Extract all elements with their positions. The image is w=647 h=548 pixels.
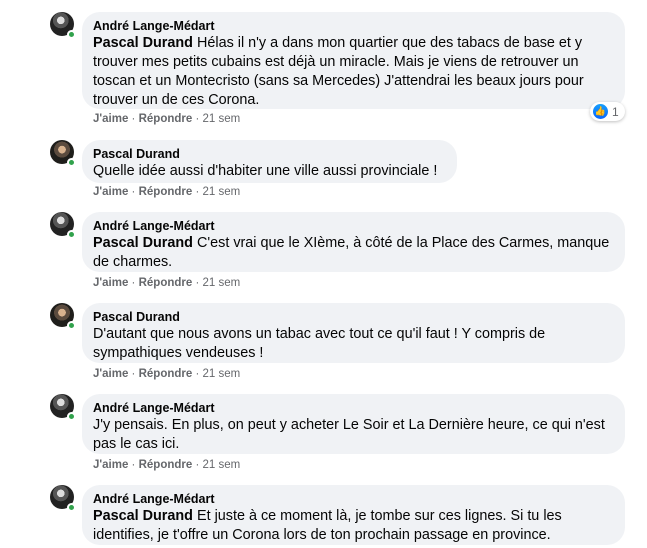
- comment-time[interactable]: 21 sem: [203, 368, 241, 380]
- comment-actions: J'aime · Répondre · 21 sem: [93, 277, 240, 289]
- comment-author[interactable]: André Lange-Médart: [93, 492, 614, 507]
- reply-button[interactable]: Répondre: [139, 186, 193, 198]
- comment-bubble: André Lange-Médart J'y pensais. En plus,…: [82, 394, 625, 454]
- mention-link[interactable]: Pascal Durand: [93, 235, 193, 251]
- online-status-icon: [67, 412, 76, 421]
- separator: ·: [131, 277, 136, 289]
- separator: ·: [195, 459, 200, 471]
- separator: ·: [195, 368, 200, 380]
- comment-author[interactable]: André Lange-Médart: [93, 401, 614, 416]
- thumbs-up-icon: 👍: [593, 104, 608, 119]
- online-status-icon: [67, 321, 76, 330]
- reply-button[interactable]: Répondre: [139, 277, 193, 289]
- comment-author[interactable]: André Lange-Médart: [93, 19, 614, 34]
- comment-time[interactable]: 21 sem: [203, 459, 241, 471]
- comment-text: Pascal Durand C'est vrai que le XIème, à…: [93, 234, 614, 272]
- comment-time[interactable]: 21 sem: [203, 186, 241, 198]
- comment-actions: J'aime · Répondre · 21 sem: [93, 368, 240, 380]
- comment-author[interactable]: André Lange-Médart: [93, 219, 614, 234]
- separator: ·: [195, 113, 200, 125]
- online-status-icon: [67, 230, 76, 239]
- comment-bubble: Pascal Durand D'autant que nous avons un…: [82, 303, 625, 363]
- online-status-icon: [67, 30, 76, 39]
- like-button[interactable]: J'aime: [93, 459, 128, 471]
- comment-bubble: André Lange-Médart Pascal Durand Hélas i…: [82, 12, 625, 109]
- comment-text: J'y pensais. En plus, on peut y acheter …: [93, 417, 605, 452]
- comment-text: D'autant que nous avons un tabac avec to…: [93, 326, 546, 361]
- reply-button[interactable]: Répondre: [139, 113, 193, 125]
- comment-actions: J'aime · Répondre · 21 sem: [93, 459, 240, 471]
- mention-link[interactable]: Pascal Durand: [93, 35, 193, 51]
- mention-link[interactable]: Pascal Durand: [93, 508, 193, 524]
- comment-time[interactable]: 21 sem: [203, 277, 241, 289]
- reaction-badge[interactable]: 👍 1: [590, 102, 625, 121]
- reply-button[interactable]: Répondre: [139, 459, 193, 471]
- comment-author[interactable]: Pascal Durand: [93, 310, 614, 325]
- separator: ·: [131, 459, 136, 471]
- separator: ·: [131, 186, 136, 198]
- separator: ·: [131, 368, 136, 380]
- comment-text: Quelle idée aussi d'habiter une ville au…: [93, 163, 438, 179]
- comment-actions: J'aime · Répondre · 21 sem: [93, 113, 240, 125]
- like-button[interactable]: J'aime: [93, 186, 128, 198]
- online-status-icon: [67, 503, 76, 512]
- comment-text: Pascal Durand Et juste à ce moment là, j…: [93, 507, 614, 545]
- reaction-count: 1: [612, 104, 619, 119]
- separator: ·: [131, 113, 136, 125]
- comment-bubble: André Lange-Médart Pascal Durand Et just…: [82, 485, 625, 545]
- comment-bubble: Pascal Durand Quelle idée aussi d'habite…: [82, 140, 457, 183]
- comment-bubble: André Lange-Médart Pascal Durand C'est v…: [82, 212, 625, 272]
- separator: ·: [195, 277, 200, 289]
- comment-author[interactable]: Pascal Durand: [93, 147, 446, 162]
- separator: ·: [195, 186, 200, 198]
- online-status-icon: [67, 158, 76, 167]
- like-button[interactable]: J'aime: [93, 368, 128, 380]
- comment-time[interactable]: 21 sem: [203, 113, 241, 125]
- comment-actions: J'aime · Répondre · 21 sem: [93, 186, 240, 198]
- reply-button[interactable]: Répondre: [139, 368, 193, 380]
- like-button[interactable]: J'aime: [93, 113, 128, 125]
- like-button[interactable]: J'aime: [93, 277, 128, 289]
- comment-text: Pascal Durand Hélas il n'y a dans mon qu…: [93, 34, 614, 110]
